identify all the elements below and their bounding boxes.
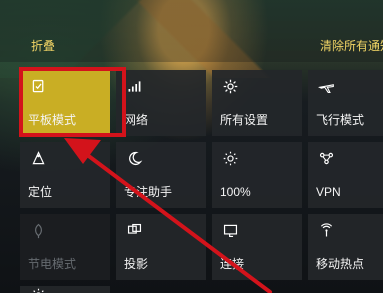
airplane-icon <box>318 84 334 94</box>
project-label: 投影 <box>124 257 149 271</box>
vpn-tile[interactable]: VPN <box>308 142 383 208</box>
focus-assist-label: 专注助手 <box>124 185 173 199</box>
sun-icon <box>33 288 44 293</box>
tablet-mode-label: 平板模式 <box>28 113 77 127</box>
battery-saver-icon <box>35 223 42 239</box>
vpn-label: VPN <box>316 185 341 199</box>
tablet-mode-icon <box>32 79 44 93</box>
settings-gear-icon <box>223 79 238 94</box>
network-icon <box>128 81 141 92</box>
network-label: 网络 <box>124 113 149 127</box>
airplane-mode-tile[interactable]: 飞行模式 <box>308 70 383 136</box>
vpn-icon <box>319 152 334 165</box>
network-tile[interactable]: 网络 <box>116 70 206 136</box>
focus-assist-tile[interactable]: 专注助手 <box>116 142 206 208</box>
battery-saver-tile[interactable]: 节电模式 <box>20 214 110 280</box>
location-tile[interactable]: 定位 <box>20 142 110 208</box>
location-icon <box>32 151 45 165</box>
project-icon <box>127 223 142 234</box>
moon-icon <box>129 151 143 166</box>
collapse-link[interactable]: 折叠 <box>31 39 55 53</box>
hotspot-icon <box>320 223 333 237</box>
project-tile[interactable]: 投影 <box>116 214 206 280</box>
airplane-mode-label: 飞行模式 <box>316 113 365 127</box>
connect-tile[interactable]: 连接 <box>212 214 302 280</box>
brightness-tile[interactable]: 100% <box>212 142 302 208</box>
battery-saver-label: 节电模式 <box>28 257 77 271</box>
connect-label: 连接 <box>220 257 245 271</box>
connect-icon <box>223 224 238 238</box>
tablet-mode-tile[interactable]: 平板模式 <box>20 70 110 136</box>
clear-all-notifications-link[interactable]: 清除所有通知 <box>320 39 383 53</box>
brightness-icon <box>223 151 238 166</box>
quick-actions-grid: 平板模式 网络 所有设置 飞行模式 定位 专注助手 100% VPN 节电模式 … <box>20 70 383 293</box>
mobile-hotspot-tile[interactable]: 移动热点 <box>308 214 383 280</box>
mobile-hotspot-label: 移动热点 <box>316 257 365 271</box>
all-settings-label: 所有设置 <box>220 113 269 127</box>
all-settings-tile[interactable]: 所有设置 <box>212 70 302 136</box>
night-light-tile-partial[interactable] <box>20 286 110 293</box>
brightness-label: 100% <box>220 185 251 199</box>
action-center-screenshot: 折叠 清除所有通知 平板模式 网络 所有设置 <box>0 0 383 293</box>
location-label: 定位 <box>28 185 53 199</box>
